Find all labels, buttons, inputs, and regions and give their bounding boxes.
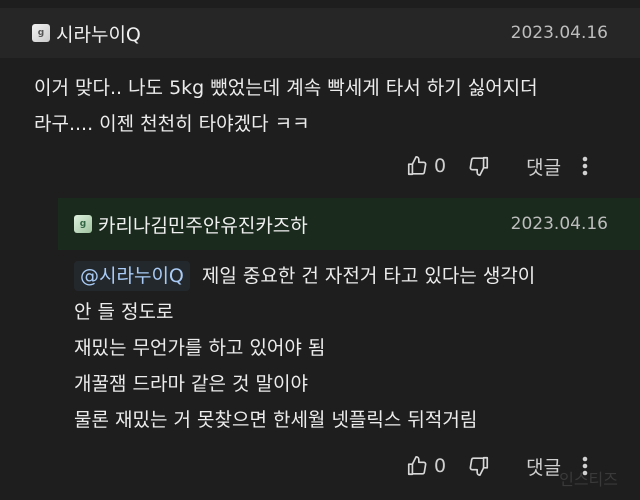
comment-date: 2023.04.16	[510, 214, 608, 234]
comment-line: 재밌는 무언가를 하고 있어야 됨	[74, 337, 326, 359]
reply-button[interactable]: 댓글	[526, 453, 561, 480]
more-vertical-icon[interactable]	[581, 155, 589, 177]
comment-body: @시라누이Q 제일 중요한 건 자전거 타고 있다는 생각이 안 들 정도로 재밌…	[74, 258, 535, 438]
comment-line: 이거 맞다.. 나도 5kg 뺐었는데 계속 빡세게 타서 하기 싫어지더	[34, 77, 538, 99]
dislike-button[interactable]	[468, 155, 490, 177]
like-button[interactable]: 0	[406, 155, 468, 177]
comment-date: 2023.04.16	[510, 23, 608, 43]
like-button[interactable]: 0	[406, 455, 468, 477]
comment-line: 라구.... 이젠 천천히 타야겠다 ㅋㅋ	[34, 113, 310, 135]
comment-author[interactable]: 시라누이Q	[56, 20, 141, 47]
reply-button[interactable]: 댓글	[526, 153, 561, 180]
reply-header: g 카리나김민주안유진카즈하 2023.04.16	[58, 198, 640, 250]
like-count: 0	[434, 155, 447, 177]
comment-header: g 시라누이Q 2023.04.16	[0, 8, 640, 58]
thumbs-up-icon	[407, 456, 427, 476]
comment-actions: 0 댓글	[406, 148, 589, 184]
comment-line-text: 제일 중요한 건 자전거 타고 있다는 생각이	[201, 265, 536, 287]
comment-line: 물론 재밌는 거 못찾으면 한세월 넷플릭스 뒤적거림	[74, 409, 478, 431]
user-level-badge: g	[74, 215, 92, 233]
site-watermark: 인스티즈	[559, 470, 618, 489]
comment-body: 이거 맞다.. 나도 5kg 뺐었는데 계속 빡세게 타서 하기 싫어지더 라구…	[34, 70, 538, 142]
mention-tag[interactable]: @시라누이Q	[74, 261, 190, 291]
dislike-button[interactable]	[468, 455, 490, 477]
comment-line: 개꿀잼 드라마 같은 것 말이야	[74, 373, 308, 395]
comment-line: 안 들 정도로	[74, 301, 174, 323]
comment-author[interactable]: 카리나김민주안유진카즈하	[98, 211, 308, 238]
user-level-badge: g	[32, 24, 50, 42]
like-count: 0	[434, 455, 447, 477]
thumbs-down-icon	[469, 156, 489, 176]
thumbs-up-icon	[407, 156, 427, 176]
thumbs-down-icon	[469, 456, 489, 476]
comment-line: @시라누이Q 제일 중요한 건 자전거 타고 있다는 생각이	[74, 258, 535, 294]
